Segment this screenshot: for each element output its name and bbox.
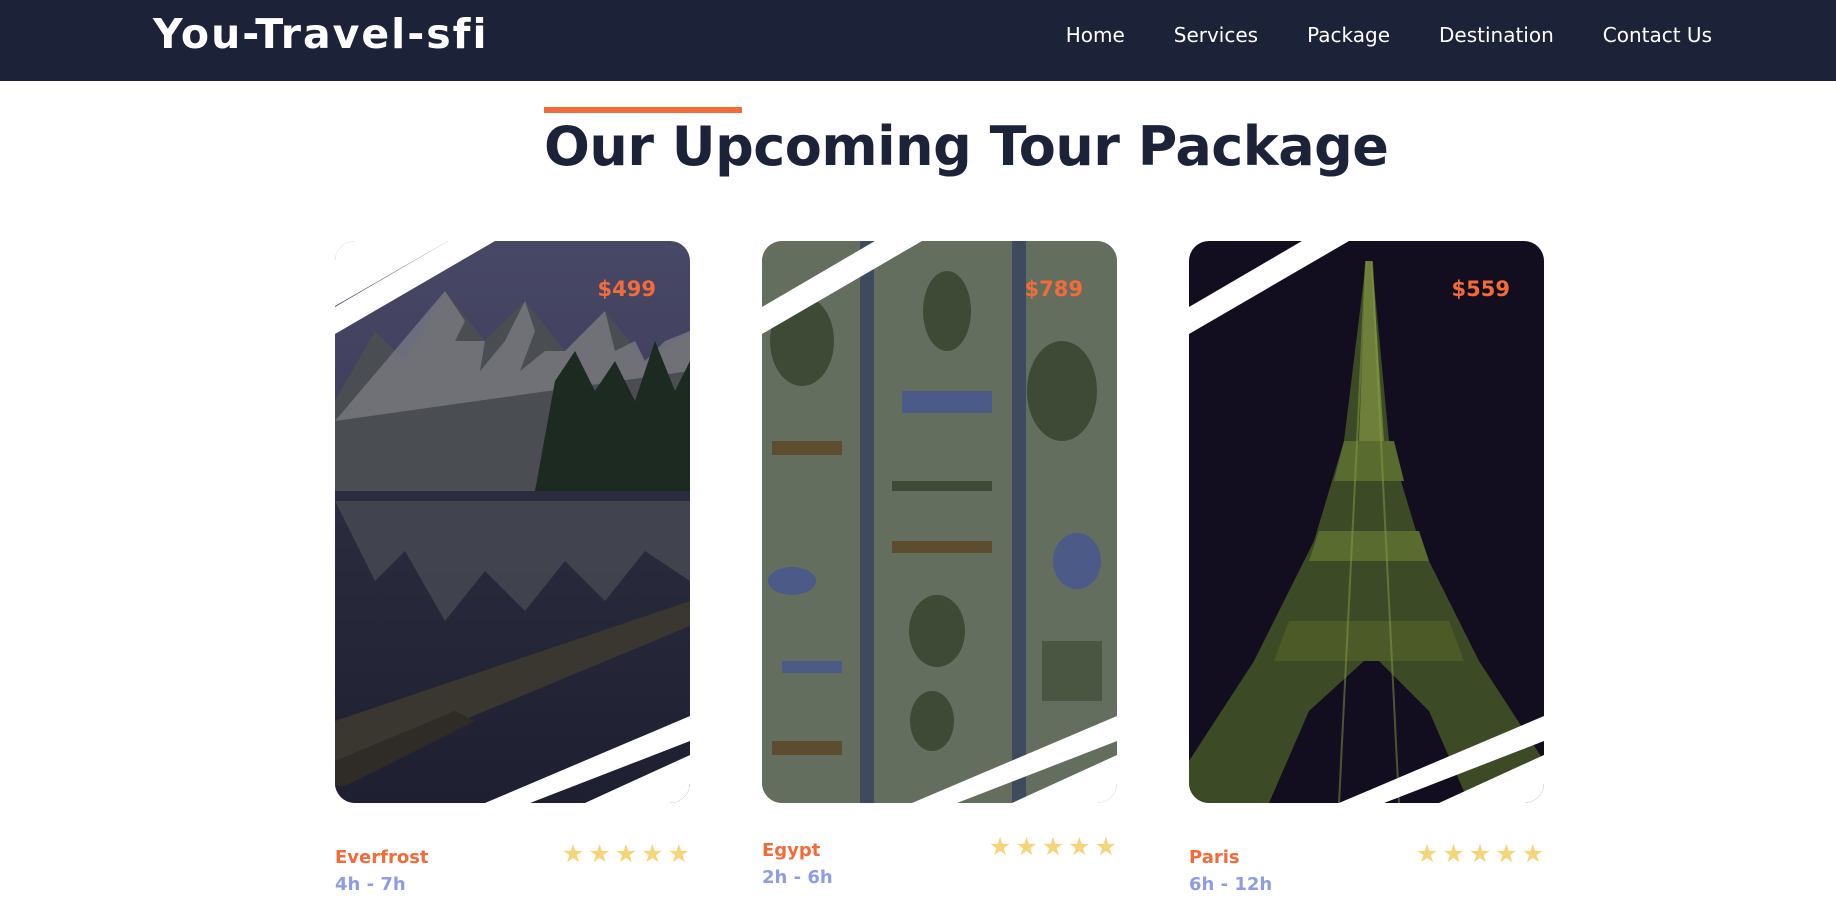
nav-link-contact[interactable]: Contact Us: [1603, 23, 1712, 47]
nav-link-package[interactable]: Package: [1307, 23, 1390, 47]
card-diagonal-stripes: [1189, 241, 1544, 803]
star-icon: ★: [1094, 832, 1117, 861]
price-label: $499: [597, 277, 656, 301]
destination-name[interactable]: Paris: [1189, 847, 1240, 868]
star-icon: ★: [667, 839, 690, 868]
nav-links: Home Services Package Destination Contac…: [1066, 23, 1712, 47]
rating-stars: ★ ★ ★ ★ ★: [1416, 841, 1544, 866]
card-image[interactable]: $789: [762, 241, 1117, 803]
tour-card-everfrost[interactable]: $499 Everfrost 4h - 7h ★ ★ ★ ★ ★: [335, 241, 690, 917]
star-icon: ★: [1015, 832, 1038, 861]
navbar: You-Travel-sfi Home Services Package Des…: [0, 0, 1836, 81]
star-icon: ★: [1521, 839, 1544, 868]
card-footer: Everfrost 4h - 7h ★ ★ ★ ★ ★: [335, 841, 690, 917]
destination-name[interactable]: Egypt: [762, 840, 820, 861]
star-icon: ★: [1415, 839, 1439, 868]
brand-logo[interactable]: You-Travel-sfi: [153, 10, 489, 58]
card-image[interactable]: $559: [1189, 241, 1544, 803]
star-icon: ★: [1068, 832, 1091, 861]
rating-stars: ★ ★ ★ ★ ★: [989, 834, 1117, 859]
star-icon: ★: [588, 839, 611, 868]
tour-duration: 2h - 6h: [762, 867, 833, 888]
tour-duration: 4h - 7h: [335, 874, 406, 895]
card-footer: Paris 6h - 12h ★ ★ ★ ★ ★: [1189, 841, 1544, 917]
star-icon: ★: [988, 832, 1012, 861]
star-icon: ★: [561, 839, 585, 868]
card-diagonal-stripes: [335, 241, 690, 803]
section-title: Our Upcoming Tour Package: [544, 115, 1389, 178]
star-icon: ★: [1495, 839, 1518, 868]
star-icon: ★: [641, 839, 664, 868]
star-icon: ★: [1468, 839, 1492, 868]
tour-duration: 6h - 12h: [1189, 874, 1273, 895]
nav-link-home[interactable]: Home: [1066, 23, 1125, 47]
rating-stars: ★ ★ ★ ★ ★: [562, 841, 690, 866]
destination-name[interactable]: Everfrost: [335, 847, 429, 868]
star-icon: ★: [1442, 839, 1465, 868]
tour-card-egypt[interactable]: $789 Egypt 2h - 6h ★ ★ ★ ★ ★: [762, 241, 1117, 910]
star-icon: ★: [1041, 832, 1065, 861]
card-diagonal-stripes: [762, 241, 1117, 803]
card-footer: Egypt 2h - 6h ★ ★ ★ ★ ★: [762, 834, 1117, 910]
nav-link-destination[interactable]: Destination: [1439, 23, 1554, 47]
price-label: $559: [1451, 277, 1510, 301]
tour-card-paris[interactable]: $559 Paris 6h - 12h ★ ★ ★ ★ ★: [1189, 241, 1544, 917]
star-icon: ★: [614, 839, 638, 868]
nav-link-services[interactable]: Services: [1174, 23, 1258, 47]
card-image[interactable]: $499: [335, 241, 690, 803]
title-accent-bar: [544, 107, 742, 113]
price-label: $789: [1024, 277, 1083, 301]
